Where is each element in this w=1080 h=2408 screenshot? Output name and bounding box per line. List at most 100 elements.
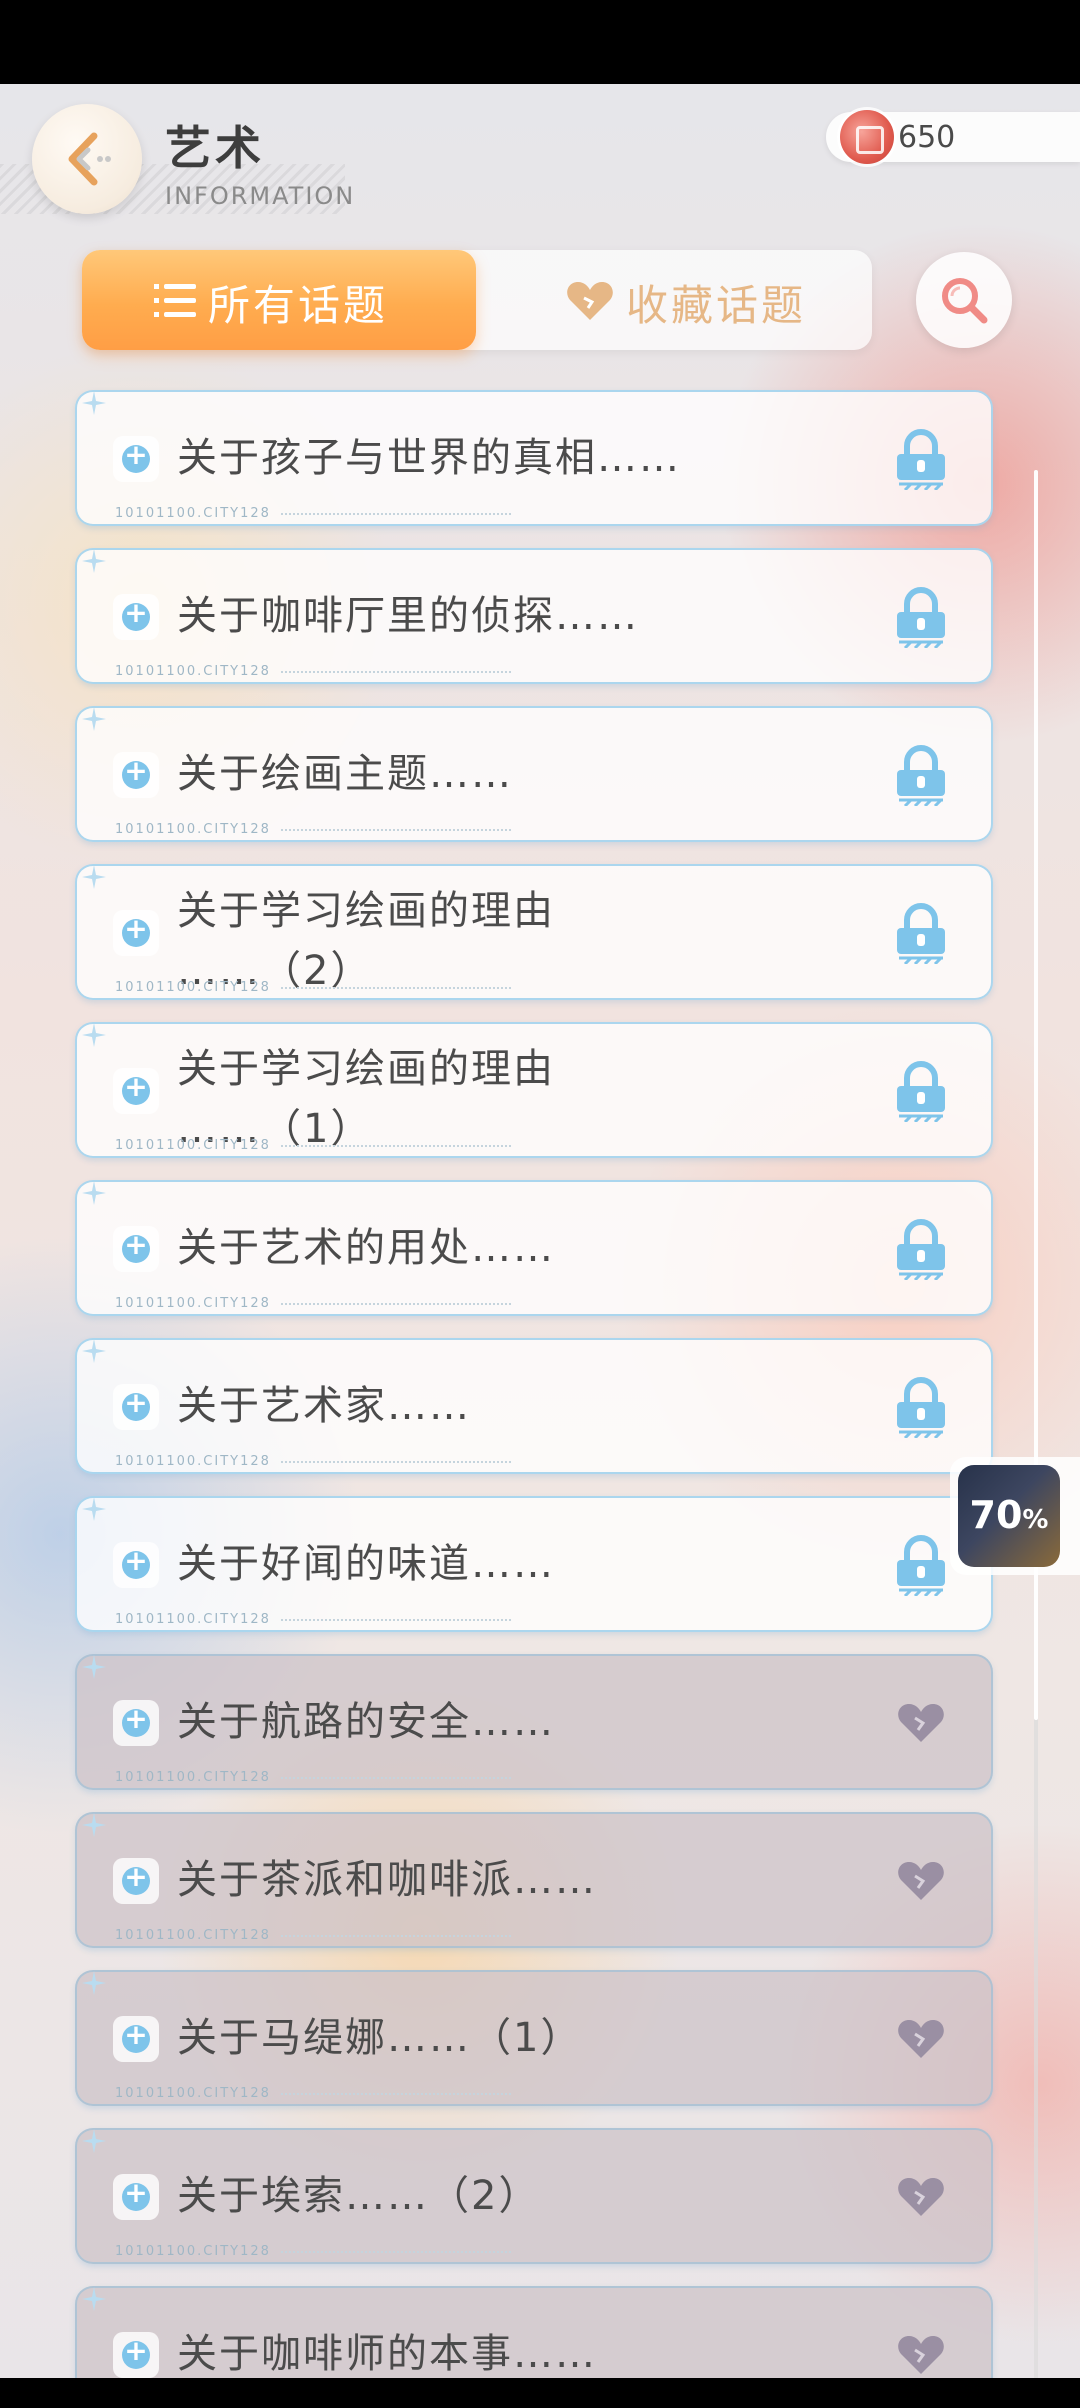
topic-label: 关于咖啡师的本事……	[177, 2331, 597, 2377]
plus-bullet-icon	[113, 2016, 159, 2062]
topic-item-favorite[interactable]: 关于马缇娜……（1） 10101100.CITY128	[75, 1970, 993, 2106]
topic-label: 关于埃索……（2）	[177, 2173, 541, 2219]
topic-label: 关于艺术家……	[177, 1383, 471, 1429]
topic-label-line2: ……（1）	[177, 1106, 373, 1152]
sparkle-icon	[82, 2287, 106, 2311]
status-bar	[0, 0, 1080, 84]
topic-item-favorite[interactable]: 关于咖啡师的本事…… 10101100.CITY128	[75, 2286, 993, 2378]
sparkle-icon	[82, 2129, 106, 2153]
search-button[interactable]	[916, 252, 1012, 348]
sparkle-icon	[82, 1181, 106, 1205]
topic-item-favorite[interactable]: 关于航路的安全…… 10101100.CITY128	[75, 1654, 993, 1790]
topic-code: 10101100.CITY128	[115, 2086, 511, 2101]
currency-value: 650	[898, 120, 956, 155]
sparkle-icon	[82, 391, 106, 415]
topic-item[interactable]: 关于艺术家…… 10101100.CITY128	[75, 1338, 993, 1474]
plus-bullet-icon	[113, 1068, 159, 1114]
topic-item[interactable]: 关于学习绘画的理由 ……（2） 10101100.CITY128	[75, 864, 993, 1000]
topic-code: 10101100.CITY128	[115, 980, 511, 995]
topic-code: 10101100.CITY128	[115, 1454, 511, 1469]
heart-icon	[898, 2336, 944, 2374]
page-subtitle: INFORMATION	[165, 182, 356, 210]
tab-all-topics[interactable]: 所有话题	[82, 250, 476, 350]
back-arrow-icon	[68, 132, 111, 186]
topic-code: 10101100.CITY128	[115, 1296, 511, 1311]
topic-label: 关于艺术的用处……	[177, 1225, 555, 1271]
topic-item[interactable]: 关于艺术的用处…… 10101100.CITY128	[75, 1180, 993, 1316]
plus-bullet-icon	[113, 1226, 159, 1272]
sparkle-icon	[82, 1497, 106, 1521]
topic-code: 10101100.CITY128	[115, 1138, 511, 1153]
sparkle-icon	[82, 707, 106, 731]
navigation-bar	[0, 2378, 1080, 2408]
sparkle-icon	[82, 1023, 106, 1047]
sparkle-icon	[82, 1813, 106, 1837]
plus-bullet-icon	[113, 1858, 159, 1904]
topic-item[interactable]: 关于学习绘画的理由 ……（1） 10101100.CITY128	[75, 1022, 993, 1158]
plus-bullet-icon	[113, 1384, 159, 1430]
lock-icon	[897, 587, 945, 648]
lock-icon	[897, 429, 945, 490]
plus-bullet-icon	[113, 2332, 159, 2378]
floating-widget-thumbnail: 70%	[958, 1465, 1060, 1567]
topic-item-favorite[interactable]: 关于茶派和咖啡派…… 10101100.CITY128	[75, 1812, 993, 1948]
back-button[interactable]	[32, 104, 142, 214]
topic-label-line2: ……（2）	[177, 948, 373, 994]
topic-item[interactable]: 关于绘画主题…… 10101100.CITY128	[75, 706, 993, 842]
topic-item[interactable]: 关于咖啡厅里的侦探…… 10101100.CITY128	[75, 548, 993, 684]
plus-bullet-icon	[113, 1700, 159, 1746]
tab-favorite-topics-label: 收藏话题	[626, 281, 807, 330]
sparkle-icon	[82, 1339, 106, 1363]
topic-item[interactable]: 关于孩子与世界的真相…… 10101100.CITY128	[75, 390, 993, 526]
heart-icon	[898, 1704, 944, 1742]
lock-icon	[897, 903, 945, 964]
topic-code: 10101100.CITY128	[115, 664, 511, 679]
plus-bullet-icon	[113, 1542, 159, 1588]
topic-label: 关于马缇娜……（1）	[177, 2015, 583, 2061]
currency-display: 650	[826, 110, 1080, 164]
sparkle-icon	[82, 1655, 106, 1679]
floating-widget-value: 70%	[969, 1493, 1049, 1537]
sparkle-icon	[82, 549, 106, 573]
plus-bullet-icon	[113, 2174, 159, 2220]
topic-code: 10101100.CITY128	[115, 1928, 511, 1943]
heart-icon	[898, 2020, 944, 2058]
list-icon	[154, 284, 196, 317]
topic-label: 关于好闻的味道……	[177, 1541, 555, 1587]
tab-favorite-topics[interactable]: 收藏话题	[476, 250, 872, 350]
lock-icon	[897, 745, 945, 806]
page-title: 艺术	[165, 121, 265, 175]
topic-tabs: 所有话题 收藏话题	[82, 250, 872, 350]
plus-bullet-icon	[113, 752, 159, 798]
topic-label: 关于绘画主题……	[177, 751, 513, 797]
topic-label: 关于咖啡厅里的侦探……	[177, 593, 639, 639]
search-icon	[942, 278, 988, 324]
topic-label: 关于茶派和咖啡派……	[177, 1857, 597, 1903]
lock-icon	[897, 1061, 945, 1122]
heart-icon	[898, 1862, 944, 1900]
floating-progress-widget[interactable]: 70%	[950, 1457, 1080, 1575]
sparkle-icon	[82, 865, 106, 889]
heart-icon	[898, 2178, 944, 2216]
topic-label: 关于孩子与世界的真相……	[177, 435, 681, 481]
lock-icon	[897, 1535, 945, 1596]
topic-item-favorite[interactable]: 关于埃索……（2） 10101100.CITY128	[75, 2128, 993, 2264]
plus-bullet-icon	[113, 910, 159, 956]
topic-label: 关于航路的安全……	[177, 1699, 555, 1745]
plus-bullet-icon	[113, 436, 159, 482]
tab-all-topics-label: 所有话题	[208, 281, 389, 330]
coin-icon	[840, 110, 894, 164]
page-header: 艺术 INFORMATION	[165, 112, 355, 210]
topic-code: 10101100.CITY128	[115, 1770, 511, 1785]
plus-bullet-icon	[113, 594, 159, 640]
topic-code: 10101100.CITY128	[115, 822, 511, 837]
topic-code: 10101100.CITY128	[115, 1612, 511, 1627]
lock-icon	[897, 1219, 945, 1280]
topic-code: 10101100.CITY128	[115, 506, 511, 521]
topic-item[interactable]: 关于好闻的味道…… 10101100.CITY128	[75, 1496, 993, 1632]
topic-code: 10101100.CITY128	[115, 2244, 511, 2259]
topic-screen: 艺术 INFORMATION 650 所有话题 收藏话题 + 关于孩子与世界的真…	[0, 84, 1080, 2378]
heart-icon	[567, 282, 613, 320]
lock-icon	[897, 1377, 945, 1438]
sparkle-icon	[82, 1971, 106, 1995]
